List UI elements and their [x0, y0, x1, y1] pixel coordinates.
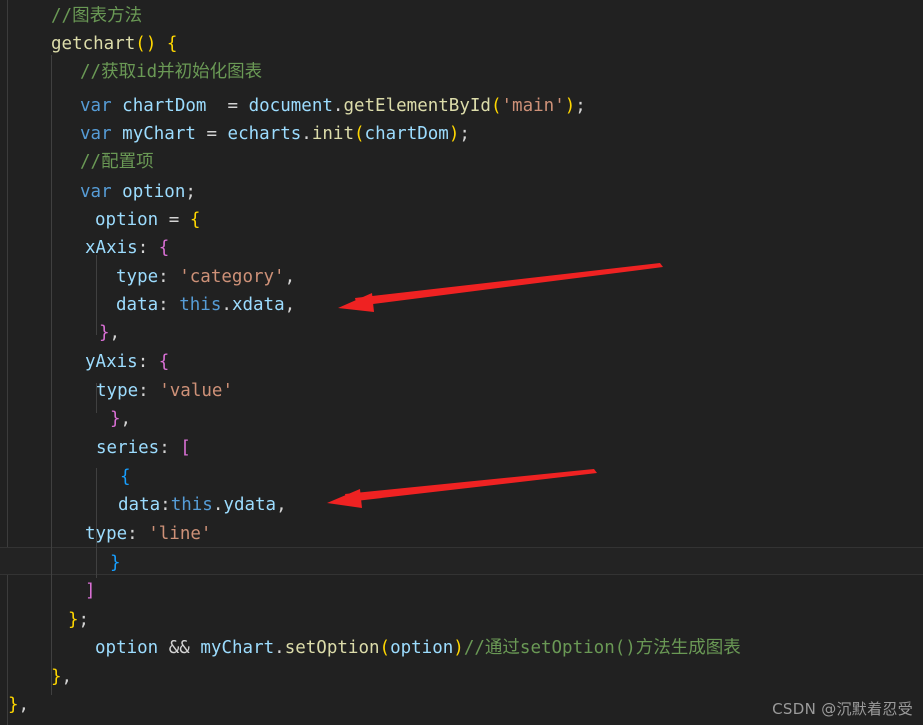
csdn-watermark: CSDN @沉默着忍受	[772, 700, 913, 718]
code-token-bracket: (	[379, 638, 391, 658]
code-line[interactable]: xAxis: {	[85, 234, 169, 262]
code-token-property: ydata	[223, 495, 277, 515]
code-line[interactable]: data: this.xdata,	[116, 291, 295, 319]
code-line[interactable]: yAxis: {	[85, 348, 169, 376]
code-token-keyword-this: this	[179, 295, 222, 315]
code-token-operator: &&	[168, 638, 190, 658]
code-token-comment: //配置项	[80, 152, 154, 172]
code-line[interactable]: type: 'category',	[116, 263, 295, 291]
code-line[interactable]: option && myChart.setOption(option)//通过s…	[95, 634, 741, 662]
code-token-property: type	[96, 381, 139, 401]
code-line[interactable]: },	[51, 663, 72, 691]
code-token-bracket: )	[564, 96, 576, 116]
code-token-function-name: getchart	[51, 34, 136, 54]
code-token-property: type	[85, 524, 128, 544]
code-token-bracket: {	[189, 210, 201, 230]
code-token-bracket: ()	[135, 34, 157, 54]
code-token-identifier: chartDom	[364, 124, 449, 144]
code-line[interactable]: };	[68, 606, 89, 634]
code-token-comment: //图表方法	[51, 6, 143, 26]
code-token-bracket: }	[110, 553, 121, 573]
code-token-bracket: )	[453, 638, 464, 658]
code-token-bracket: {	[120, 467, 131, 487]
code-token-identifier: document	[248, 96, 333, 116]
code-editor[interactable]: //图表方法 getchart() { //获取id并初始化图表 var cha…	[0, 0, 923, 725]
code-token-bracket: }	[110, 409, 121, 429]
code-line[interactable]: type: 'value'	[96, 377, 233, 405]
code-text-area[interactable]: //图表方法 getchart() { //获取id并初始化图表 var cha…	[0, 0, 923, 725]
code-line[interactable]: {	[120, 463, 131, 491]
code-token-identifier: option	[95, 638, 159, 658]
code-token-identifier: echarts	[227, 124, 302, 144]
code-line[interactable]: series: [	[96, 434, 191, 462]
code-line[interactable]: var myChart = echarts.init(chartDom);	[80, 120, 470, 148]
code-line[interactable]: //配置项	[80, 148, 154, 176]
code-token-identifier: myChart	[122, 124, 196, 144]
code-token-bracket: {	[166, 34, 178, 54]
code-line[interactable]: //图表方法	[51, 2, 142, 30]
code-token-property: data	[116, 295, 159, 315]
code-token-bracket: }	[51, 667, 62, 687]
code-token-bracket: ]	[85, 581, 96, 601]
code-token-string: 'line'	[148, 524, 212, 544]
code-token-identifier: option	[390, 638, 454, 658]
code-token-method: setOption	[284, 638, 380, 658]
code-line[interactable]: var option;	[80, 178, 196, 206]
code-token-keyword-this: this	[170, 495, 213, 515]
code-line[interactable]: getchart() {	[51, 30, 177, 58]
code-token-keyword: var	[80, 96, 112, 116]
code-token-bracket: {	[158, 238, 170, 258]
code-token-identifier: chartDom	[122, 96, 207, 116]
code-token-property: xAxis	[85, 238, 138, 258]
code-token-property: type	[116, 267, 159, 287]
code-token-comment: //获取id并初始化图表	[80, 62, 263, 82]
code-token-bracket: )	[448, 124, 460, 144]
code-token-property: series	[96, 438, 160, 458]
code-line[interactable]: option = {	[95, 206, 200, 234]
code-line[interactable]: type: 'line'	[85, 520, 211, 548]
code-token-bracket: {	[158, 352, 170, 372]
code-token-bracket: }	[8, 695, 19, 715]
code-token-string: 'value'	[159, 381, 233, 401]
code-line[interactable]: },	[110, 405, 131, 433]
code-token-bracket: }	[99, 323, 110, 343]
code-token-identifier: option	[95, 210, 159, 230]
code-token-identifier: myChart	[200, 638, 275, 658]
code-token-property: data	[118, 495, 161, 515]
code-line[interactable]: },	[99, 319, 120, 347]
code-token-bracket: [	[180, 438, 191, 458]
code-token-method: init	[311, 124, 354, 144]
code-token-string: 'category'	[179, 267, 285, 287]
code-token-property: xdata	[231, 295, 285, 315]
code-line[interactable]: data:this.ydata,	[118, 491, 287, 519]
code-token-method: getElementById	[343, 96, 491, 116]
code-token-property: yAxis	[85, 352, 138, 372]
code-token-keyword: var	[80, 182, 112, 202]
code-line[interactable]: //获取id并初始化图表	[80, 58, 262, 86]
code-line[interactable]: }	[110, 549, 121, 577]
code-line[interactable]: var chartDom = document.getElementById('…	[80, 92, 586, 120]
code-line[interactable]: ]	[85, 577, 96, 605]
code-token-bracket: (	[490, 96, 502, 116]
code-token-comment: //通过setOption()方法生成图表	[463, 638, 741, 658]
code-token-bracket: (	[354, 124, 365, 144]
code-token-identifier: option	[122, 182, 186, 202]
code-token-keyword: var	[80, 124, 112, 144]
code-token-string: 'main'	[501, 96, 565, 116]
code-token-bracket: }	[68, 610, 79, 630]
code-line[interactable]: },	[8, 691, 29, 719]
